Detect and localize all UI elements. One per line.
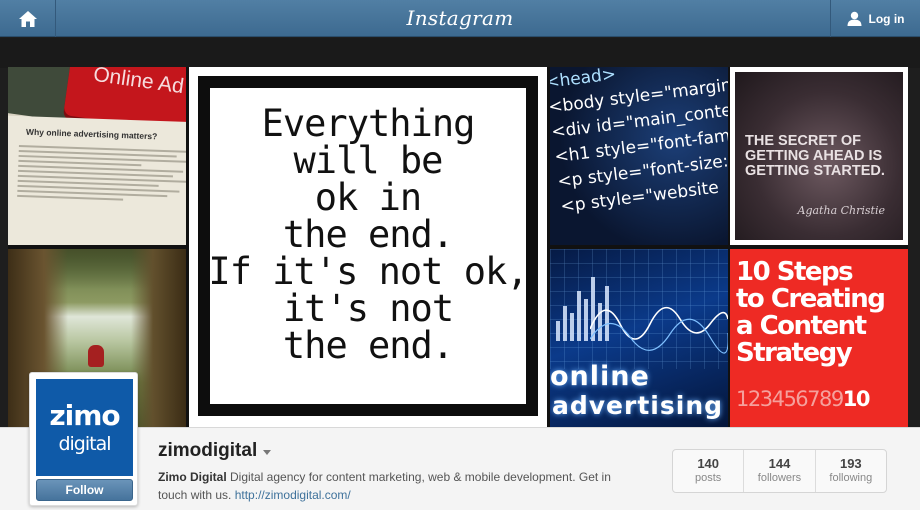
steps-line: to Creating [736,284,886,314]
home-icon [18,10,37,27]
stat-posts[interactable]: 140 posts [673,450,745,492]
photo-online-advertising[interactable]: online advertising [550,249,728,427]
secret-line: GETTING STARTED. [745,163,885,179]
secret-line: THE SECRET OF [745,133,862,149]
wave-graphic [590,306,728,354]
quote-line: Everything [261,102,476,145]
avatar-logo-line1: zimo [49,399,120,432]
profile-bio: Zimo Digital Digital agency for content … [158,468,638,504]
username: zimodigital [158,440,258,461]
stat-label: posts [695,472,722,484]
username-row: zimodigital [158,440,272,462]
person-figure [88,345,104,367]
avatar[interactable]: zimo digital [36,379,133,476]
stat-label: following [829,472,873,484]
stat-count: 193 [839,456,862,471]
photo-html-code[interactable]: <head><body style="margin: 0;<div id="ma… [550,67,728,245]
stat-following[interactable]: 193 following [816,450,886,492]
user-icon [847,11,861,26]
article-text-lines [17,142,186,206]
photo-mosaic: Online Ad Why online advertising matters… [8,67,908,427]
steps-title: 10 Steps to Creating a Content Strategy [736,257,886,368]
online-text: online [550,361,650,392]
quote-line: the end. [282,213,454,256]
steps-line: a Content [736,311,867,341]
stat-label: followers [757,472,802,484]
advertising-text: advertising [552,391,724,420]
bio-text: Digital agency for content marketing, we… [158,470,611,502]
photo-secret-getting-ahead[interactable]: THE SECRET OF GETTING AHEAD IS GETTING S… [730,67,908,245]
quote-line: ok in [314,176,422,219]
steps-line: Strategy [736,338,853,368]
photo-quote-everything-ok[interactable]: Everything will be ok in the end. If it'… [189,67,547,427]
photo-10-steps-content-strategy[interactable]: 10 Steps to Creating a Content Strategy … [730,249,908,427]
quote-line: the end. [282,324,454,367]
secret-line: GETTING AHEAD IS [745,148,883,164]
quote-line: it's not [282,287,454,330]
quote-text: Everything will be ok in the end. If it'… [207,105,529,364]
tree-trunk-right [131,249,186,427]
avatar-logo-line2: digital [58,433,111,455]
stat-count: 140 [697,456,720,471]
top-navigation-bar: Instagram Log in [0,0,920,37]
secret-signature: Agatha Christie [797,204,885,217]
quote-line: will be [293,139,444,182]
steps-numbers: 12345678910 [736,387,871,411]
home-button[interactable] [0,0,56,37]
steps-number-ten: 10 [842,387,871,411]
photo-online-advertising-article[interactable]: Online Ad Why online advertising matters… [8,67,186,245]
login-label: Log in [868,11,905,26]
steps-numbers-faded: 123456789 [736,387,844,411]
secret-background: THE SECRET OF GETTING AHEAD IS GETTING S… [735,72,903,240]
full-name: Zimo Digital [158,470,227,484]
stat-followers[interactable]: 144 followers [744,450,816,492]
login-button[interactable]: Log in [830,0,920,37]
profile-stats: 140 posts 144 followers 193 following [672,449,887,493]
quote-line: If it's not ok, [208,250,528,293]
chevron-down-icon[interactable] [263,449,272,455]
instagram-logo: Instagram [406,6,514,30]
header-spacer [0,38,920,68]
steps-line: 10 Steps [736,257,854,287]
website-link[interactable]: http://zimodigital.com/ [235,488,351,502]
secret-quote: THE SECRET OF GETTING AHEAD IS GETTING S… [745,134,885,179]
follow-button[interactable]: Follow [36,479,133,501]
stat-count: 144 [768,456,791,471]
code-text: <head><body style="margin: 0;<div id="ma… [550,67,728,220]
profile-avatar-card: zimo digital Follow [29,372,138,506]
